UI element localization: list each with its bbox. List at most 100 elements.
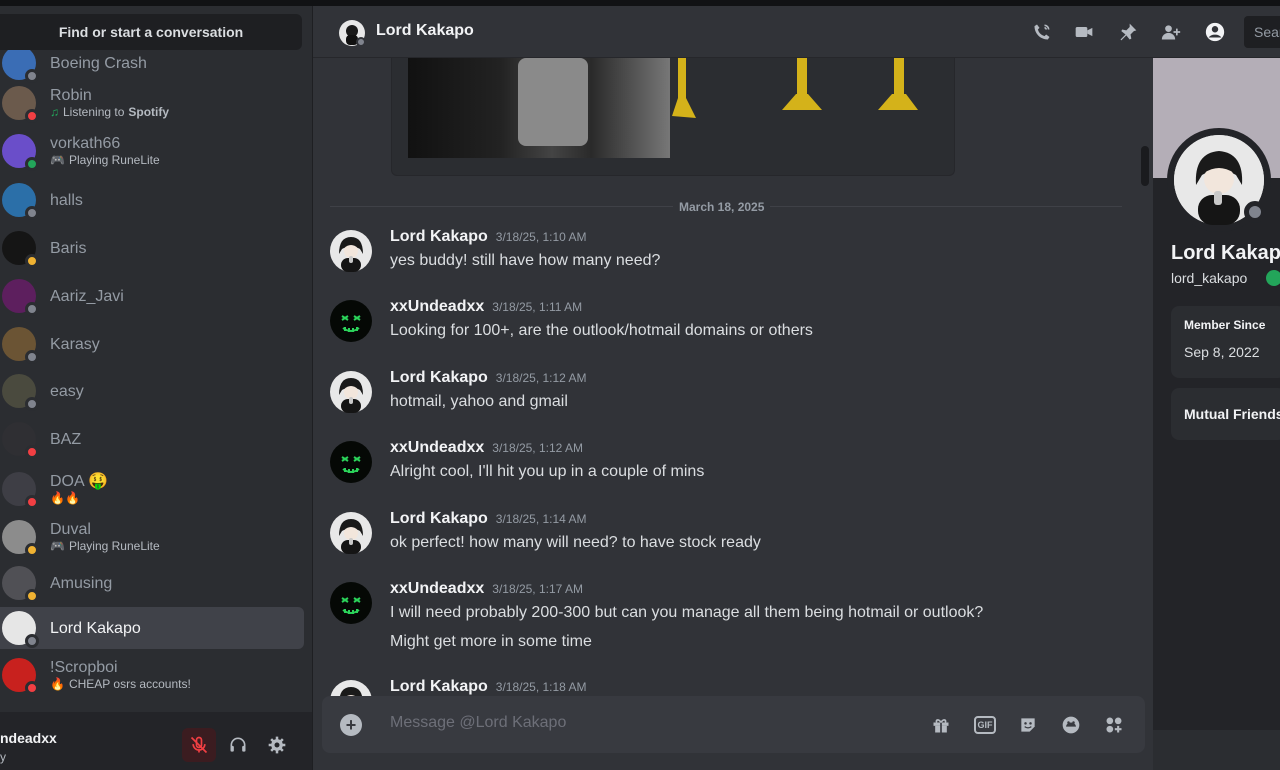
dm-text: Boeing Crash <box>50 54 147 73</box>
current-user-name[interactable]: ndeadxx <box>0 730 57 746</box>
message[interactable]: xxUndeadxx 3/18/25, 1:12 AM Alright cool, … <box>330 439 1130 498</box>
message[interactable]: Lord Kakapo 3/18/25, 1:10 AM yes buddy! st… <box>330 228 1130 287</box>
dm-item[interactable]: Baris <box>0 227 304 269</box>
gif-icon[interactable]: GIF <box>974 716 996 734</box>
message-author[interactable]: Lord Kakapo <box>390 510 488 528</box>
profile-badge-icon[interactable] <box>1266 270 1280 286</box>
message-timestamp: 3/18/25, 1:10 AM <box>495 230 587 244</box>
chat-scrollbar-thumb[interactable] <box>1141 146 1149 186</box>
music-note-icon: ♫ <box>50 105 59 119</box>
attach-plus-icon[interactable]: + <box>340 714 362 736</box>
user-profile-toggle-icon[interactable] <box>1203 20 1227 44</box>
message-avatar[interactable] <box>330 371 372 413</box>
dm-text: Aariz_Javi <box>50 287 124 306</box>
message-avatar[interactable] <box>330 441 372 483</box>
dm-item[interactable]: Duval 🎮 Playing RuneLite <box>0 516 304 558</box>
message-header: xxUndeadxx 3/18/25, 1:12 AM <box>390 439 583 457</box>
embedded-photo[interactable] <box>408 58 670 158</box>
dm-text: halls <box>50 191 83 210</box>
video-call-icon[interactable] <box>1072 20 1096 44</box>
message-author[interactable]: xxUndeadxx <box>390 298 484 316</box>
emoji-icon[interactable] <box>1059 713 1083 737</box>
dm-name: Lord Kakapo <box>50 619 141 637</box>
dm-activity: 🔥🔥 <box>50 491 108 506</box>
message-timestamp: 3/18/25, 1:17 AM <box>492 582 583 596</box>
dm-item[interactable]: Aariz_Javi <box>0 275 304 317</box>
dm-item[interactable]: Lord Kakapo <box>0 607 304 649</box>
member-since-card: Member Since Sep 8, 2022 <box>1171 306 1280 378</box>
date-divider-label: March 18, 2025 <box>673 200 771 214</box>
gamepad-icon: 🎮 <box>50 153 65 167</box>
message-timestamp: 3/18/25, 1:14 AM <box>495 512 587 526</box>
dm-item[interactable]: !Scropboi 🔥 CHEAP osrs accounts! <box>0 654 304 696</box>
add-friends-to-dm-icon[interactable] <box>1159 20 1183 44</box>
dm-text: Robin ♫ Listening to Spotify <box>50 86 169 120</box>
find-conversation-button[interactable]: Find or start a conversation <box>0 14 302 50</box>
dm-item[interactable]: Karasy <box>0 323 304 365</box>
mutual-friends-card[interactable]: Mutual Friends <box>1171 388 1280 440</box>
status-indicator <box>25 69 39 83</box>
conversation-title: Lord Kakapo <box>376 22 474 39</box>
dm-item[interactable]: easy <box>0 370 304 412</box>
dm-item[interactable]: vorkath66 🎮 Playing RuneLite <box>0 130 304 172</box>
apps-icon[interactable] <box>1102 713 1126 737</box>
message-timestamp: 3/18/25, 1:12 AM <box>492 441 583 455</box>
sticker-icon[interactable] <box>1016 713 1040 737</box>
message-avatar[interactable] <box>330 300 372 342</box>
voice-call-icon[interactable] <box>1030 20 1054 44</box>
message[interactable]: Lord Kakapo 3/18/25, 1:14 AM ok perfect! h… <box>330 510 1130 569</box>
dm-activity-app: Spotify <box>128 105 170 119</box>
gift-icon[interactable] <box>929 713 953 737</box>
message-input[interactable]: Message @Lord Kakapo <box>390 714 566 732</box>
dm-sidebar: Find or start a conversation Boeing Cras… <box>0 6 312 770</box>
dm-text: !Scropboi 🔥 CHEAP osrs accounts! <box>50 658 191 692</box>
message-author[interactable]: Lord Kakapo <box>390 369 488 387</box>
message-header: Lord Kakapo 3/18/25, 1:10 AM <box>390 228 587 246</box>
dm-name: DOA 🤑 <box>50 473 109 490</box>
dm-activity-text: 🔥🔥 <box>50 491 80 505</box>
message-author[interactable]: Lord Kakapo <box>390 228 488 246</box>
message[interactable]: xxUndeadxx 3/18/25, 1:17 AM I will need pr… <box>330 580 1130 668</box>
dm-item[interactable]: DOA 🤑 🔥🔥 <box>0 468 304 510</box>
message-avatar[interactable] <box>330 230 372 272</box>
dm-avatar <box>2 374 39 411</box>
message-author[interactable]: xxUndeadxx <box>390 580 484 598</box>
message-text: ok perfect! how many will need? to have … <box>390 534 761 551</box>
message-header: Lord Kakapo 3/18/25, 1:14 AM <box>390 510 587 528</box>
dm-name: vorkath66 <box>50 135 121 152</box>
profile-avatar[interactable] <box>1167 128 1271 232</box>
message-image-embed[interactable] <box>391 58 955 176</box>
message[interactable]: xxUndeadxx 3/18/25, 1:11 AM Looking for 10… <box>330 298 1130 357</box>
message-timestamp: 3/18/25, 1:12 AM <box>495 371 587 385</box>
user-profile-panel: Lord Kakapo lord_kakapo Member Since Sep… <box>1153 58 1280 770</box>
message-author[interactable]: Lord Kakapo <box>390 678 488 696</box>
message-avatar[interactable] <box>330 512 372 554</box>
profile-status-offline <box>1244 201 1266 223</box>
dm-item[interactable]: halls <box>0 179 304 221</box>
dm-activity-text: Playing RuneLite <box>68 539 160 553</box>
status-indicator <box>25 350 39 364</box>
dm-avatar <box>2 472 39 509</box>
dm-item[interactable]: BAZ <box>0 418 304 460</box>
dm-item[interactable]: Boeing Crash <box>0 50 304 84</box>
message-text: Alright cool, I'll hit you up in a coupl… <box>390 463 705 480</box>
user-settings-gear-icon[interactable] <box>260 728 294 762</box>
dm-item[interactable]: Amusing <box>0 562 304 604</box>
headphones-icon[interactable] <box>221 728 255 762</box>
search-input[interactable]: Sear <box>1244 16 1280 48</box>
member-since-label: Member Since <box>1184 318 1266 332</box>
profile-footer <box>1153 730 1280 770</box>
dm-name: Karasy <box>50 335 100 353</box>
status-indicator <box>25 681 39 695</box>
pinned-messages-icon[interactable] <box>1116 20 1140 44</box>
mute-microphone-icon[interactable] <box>182 728 216 762</box>
trophy-image[interactable] <box>672 58 942 128</box>
message[interactable]: Lord Kakapo 3/18/25, 1:12 AM hotmail, yaho… <box>330 369 1130 428</box>
dm-text: easy <box>50 382 84 401</box>
message-avatar[interactable] <box>330 582 372 624</box>
dm-avatar <box>2 520 39 557</box>
dm-item[interactable]: Robin ♫ Listening to Spotify <box>0 82 304 124</box>
dm-activity: ♫ Listening to Spotify <box>50 105 169 120</box>
message-author[interactable]: xxUndeadxx <box>390 439 484 457</box>
message-header: Lord Kakapo 3/18/25, 1:12 AM <box>390 369 587 387</box>
